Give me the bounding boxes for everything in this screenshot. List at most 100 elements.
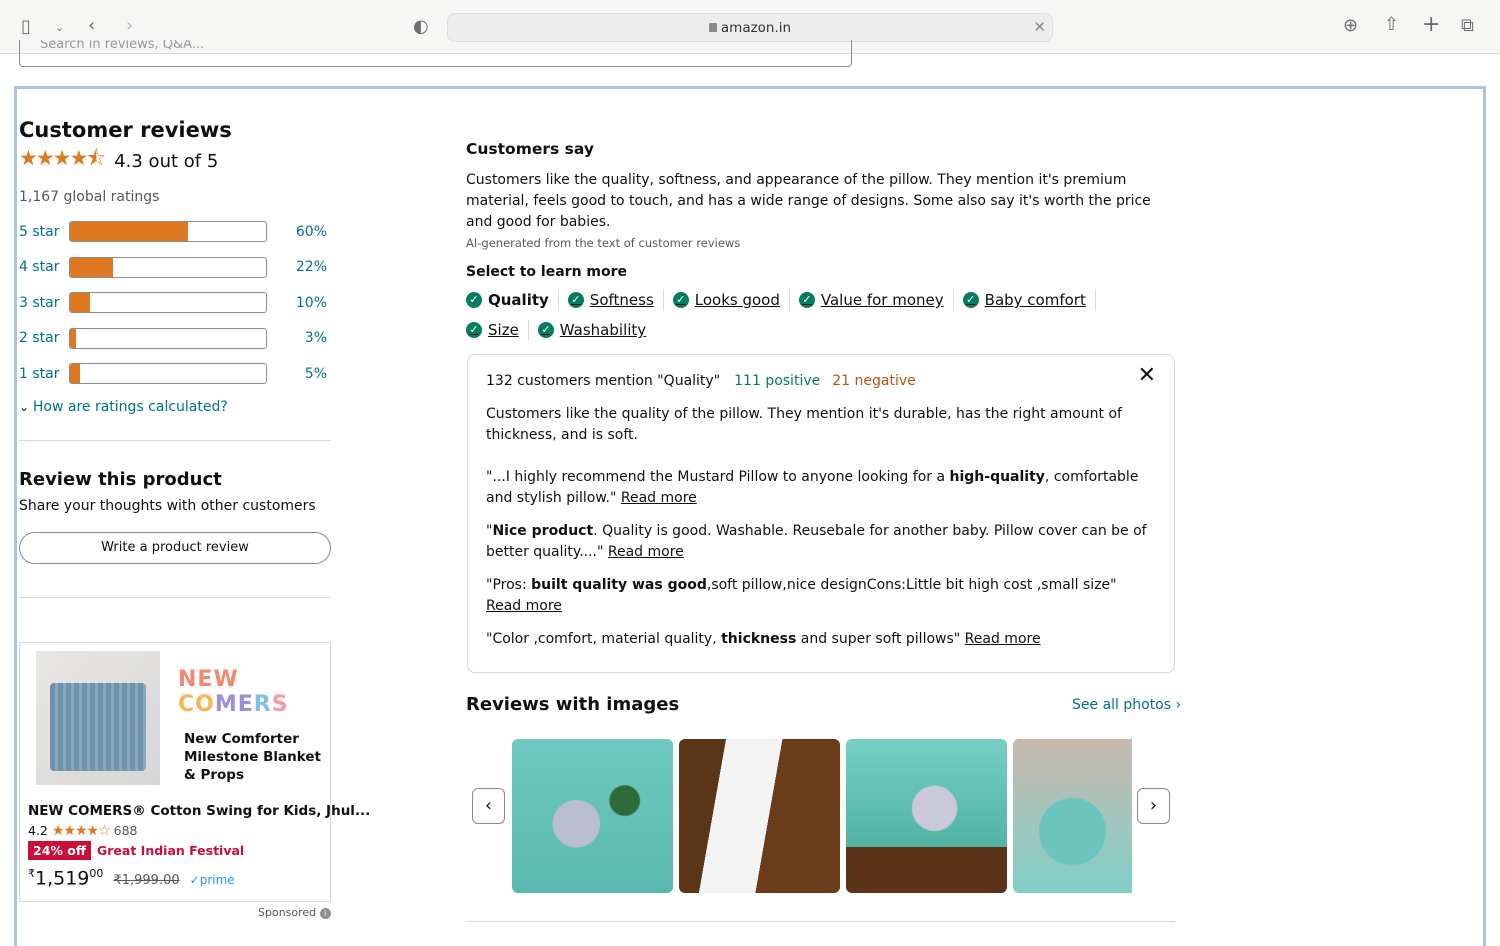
shield-icon[interactable]: ◐ bbox=[413, 17, 429, 37]
aspect-detail-panel: 132 customers mention "Quality" 111 posi… bbox=[467, 354, 1175, 673]
review-product-title: Review this product bbox=[19, 468, 222, 490]
sidebar-icon[interactable]: ▯ bbox=[21, 17, 31, 37]
histogram-row-4-star[interactable]: 4 star 22% bbox=[19, 250, 331, 286]
review-search-input[interactable]: Search in reviews, Q&A... bbox=[19, 40, 852, 67]
info-icon[interactable]: i bbox=[319, 908, 331, 919]
review-image-thumbnail[interactable] bbox=[512, 739, 673, 893]
select-to-learn-label: Select to learn more bbox=[466, 264, 628, 280]
quotes-list: "...I highly recommend the Mustard Pillo… bbox=[486, 467, 1156, 650]
histogram-row-3-star[interactable]: 3 star 10% bbox=[19, 285, 331, 321]
deal-event: Great Indian Festival bbox=[97, 843, 245, 858]
aspect-chip-washability[interactable]: ✓ Washability bbox=[537, 320, 655, 340]
how-ratings-calculated-link[interactable]: ⌄ How are ratings calculated? bbox=[19, 399, 331, 415]
deal-info: 24% off Great Indian Festival bbox=[28, 841, 245, 860]
carousel-next-button[interactable]: › bbox=[1137, 788, 1170, 824]
positive-count[interactable]: 111 positive bbox=[734, 371, 820, 392]
histogram-row-5-star[interactable]: 5 star 60% bbox=[19, 214, 331, 250]
divider bbox=[19, 439, 331, 441]
carousel-prev-button[interactable]: ‹ bbox=[472, 788, 505, 824]
ad-product-image[interactable] bbox=[36, 651, 160, 785]
check-circle-icon: ✓ bbox=[466, 322, 482, 338]
read-more-link[interactable]: Read more bbox=[608, 544, 684, 560]
clear-url-icon[interactable]: ✕ bbox=[1033, 18, 1046, 36]
prime-icon: ✓prime bbox=[189, 873, 235, 888]
rating-bar-fill bbox=[70, 328, 76, 348]
tabs-icon[interactable]: ⧉ bbox=[1461, 16, 1474, 36]
check-circle-icon: ✓ bbox=[962, 292, 979, 308]
mention-count: 132 customers mention "Quality" bbox=[486, 373, 721, 389]
see-all-photos-link[interactable]: See all photos › bbox=[1072, 697, 1181, 713]
rating-bar[interactable] bbox=[69, 363, 267, 385]
close-icon[interactable]: ✕ bbox=[1138, 365, 1156, 387]
old-price: ₹1,999.00 bbox=[113, 873, 180, 889]
histogram-row-1-star[interactable]: 1 star 5% bbox=[19, 356, 331, 392]
check-circle-icon: ✓ bbox=[672, 292, 689, 308]
aspect-chips: ✓ Quality ✓ Softness ✓ Looks good ✓ Value for m… bbox=[466, 290, 1175, 340]
aspect-chip-softness[interactable]: ✓ Softness bbox=[567, 290, 664, 310]
chevron-down-icon[interactable]: ⌄ bbox=[55, 18, 64, 38]
new-tab-icon[interactable]: + bbox=[1422, 14, 1440, 36]
write-review-button[interactable]: Write a product review bbox=[19, 531, 331, 564]
read-more-link[interactable]: Read more bbox=[486, 598, 562, 614]
rating-percent[interactable]: 22% bbox=[267, 259, 327, 275]
check-circle-icon: ✓ bbox=[567, 292, 584, 308]
review-image-thumbnail[interactable] bbox=[1013, 739, 1132, 893]
histogram-row-2-star[interactable]: 2 star 3% bbox=[19, 321, 331, 357]
url-text: amazon.in bbox=[720, 20, 792, 36]
rating-percent[interactable]: 5% bbox=[267, 366, 327, 382]
aspect-summary: Customers like the quality of the pillow… bbox=[486, 406, 1122, 443]
aspect-chip-looks-good[interactable]: ✓ Looks good bbox=[672, 290, 790, 310]
rating-bar-fill bbox=[70, 364, 80, 384]
aspect-chip-size[interactable]: ✓ Size bbox=[466, 320, 529, 340]
divider bbox=[19, 596, 331, 598]
star-rating-icon[interactable]: ★★★★⯪ bbox=[19, 144, 106, 179]
sponsored-label[interactable]: Sponsored i bbox=[258, 906, 331, 919]
negative-count[interactable]: 21 negative bbox=[832, 371, 916, 392]
address-bar[interactable]: amazon.in ✕ bbox=[447, 13, 1053, 42]
star-label[interactable]: 4 star bbox=[19, 259, 69, 275]
check-circle-icon: ✓ bbox=[466, 292, 482, 308]
divider bbox=[466, 921, 1175, 922]
forward-icon[interactable]: › bbox=[126, 16, 133, 36]
check-circle-icon: ✓ bbox=[537, 322, 554, 338]
read-more-link[interactable]: Read more bbox=[965, 631, 1041, 647]
aspect-chip-value-for-money[interactable]: ✓ Value for money bbox=[798, 290, 954, 310]
ad-brand-logo[interactable]: NEW COMERS bbox=[178, 667, 330, 717]
star-label[interactable]: 5 star bbox=[19, 224, 69, 240]
rating-percent[interactable]: 3% bbox=[267, 330, 327, 346]
ad-rating-count[interactable]: 688 bbox=[114, 823, 138, 838]
rating-bar[interactable] bbox=[69, 221, 267, 243]
share-icon[interactable]: ⇧ bbox=[1384, 15, 1399, 35]
ad-price: ₹1,51900 ₹1,999.00 ✓prime bbox=[28, 867, 235, 890]
rating-histogram: 5 star 60% 4 star 22% 3 star 10% 2 star 3% 1… bbox=[19, 214, 331, 392]
review-image-thumbnail[interactable] bbox=[846, 739, 1007, 893]
star-label[interactable]: 1 star bbox=[19, 366, 69, 382]
rating-bar[interactable] bbox=[69, 292, 267, 314]
sponsored-ad[interactable]: NEW COMERS New Comforter Milestone Blank… bbox=[19, 642, 370, 902]
ad-headline[interactable]: New Comforter Milestone Blanket & Props bbox=[184, 730, 324, 784]
rating-percent[interactable]: 60% bbox=[267, 224, 327, 240]
search-placeholder: Search in reviews, Q&A... bbox=[40, 40, 205, 52]
back-icon[interactable]: ‹ bbox=[88, 16, 95, 36]
rating-bar[interactable] bbox=[69, 327, 267, 349]
review-quote: "Color ,comfort, material quality, thick… bbox=[486, 631, 1041, 647]
read-more-link[interactable]: Read more bbox=[621, 490, 697, 506]
rating-text: 4.3 out of 5 bbox=[114, 151, 219, 172]
rating-percent[interactable]: 10% bbox=[267, 295, 327, 311]
check-circle-icon: ✓ bbox=[798, 292, 815, 308]
review-quote: "...I highly recommend the Mustard Pillo… bbox=[486, 469, 1139, 506]
aspect-chip-baby-comfort[interactable]: ✓ Baby comfort bbox=[962, 290, 1096, 310]
star-label[interactable]: 2 star bbox=[19, 330, 69, 346]
download-icon[interactable]: ⊕ bbox=[1343, 16, 1358, 36]
discount-badge: 24% off bbox=[28, 841, 91, 860]
review-image-thumbnail[interactable] bbox=[679, 739, 840, 893]
lock-icon bbox=[708, 23, 717, 32]
review-product-subtitle: Share your thoughts with other customers bbox=[19, 497, 316, 514]
rating-bar[interactable] bbox=[69, 256, 267, 278]
customers-say-summary: Customers like the quality, softness, an… bbox=[466, 172, 1151, 230]
ad-product-title[interactable]: NEW COMERS® Cotton Swing for Kids, Jhul.… bbox=[28, 803, 370, 819]
star-label[interactable]: 3 star bbox=[19, 295, 69, 311]
ratings-column: Customer reviews ★★★★⯪ 4.3 out of 5 1,16… bbox=[19, 118, 331, 598]
customer-reviews-title: Customer reviews bbox=[19, 118, 232, 142]
aspect-chip-quality[interactable]: ✓ Quality bbox=[466, 290, 559, 310]
